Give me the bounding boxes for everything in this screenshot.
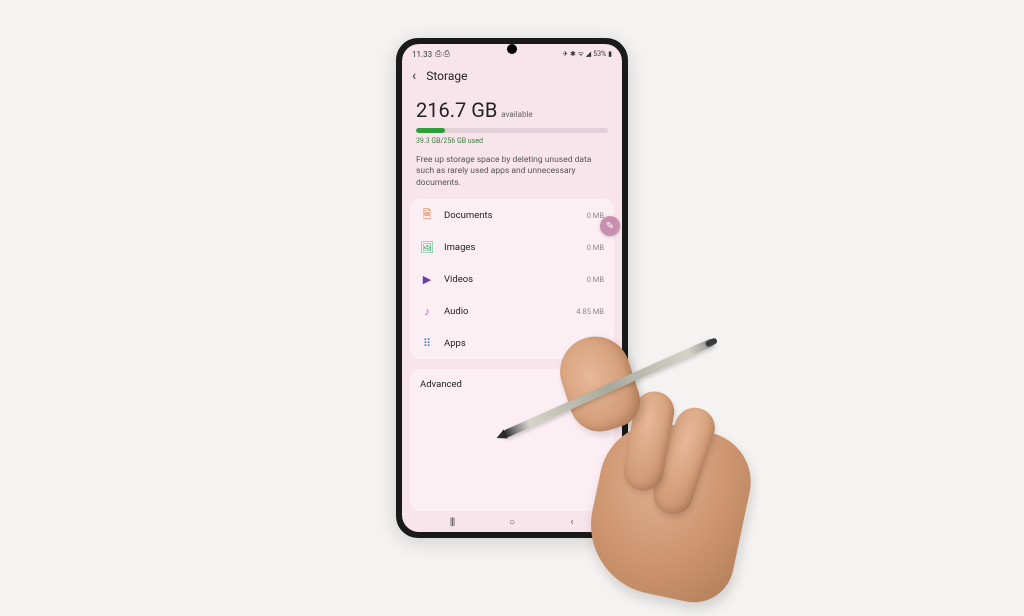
category-row-apps[interactable]: ⠿ Apps 523 MB: [410, 327, 614, 359]
camera-notch: [507, 44, 517, 54]
edit-fab[interactable]: ✎: [600, 216, 620, 236]
category-label: Apps: [444, 338, 568, 349]
nav-recents[interactable]: |||: [442, 517, 462, 528]
nav-home[interactable]: ○: [502, 517, 522, 528]
storage-description: Free up storage space by deleting unused…: [402, 149, 622, 199]
category-size: 523 MB: [578, 339, 604, 348]
category-label: Documents: [444, 210, 577, 221]
battery-icon: ▮: [608, 50, 612, 58]
category-row-audio[interactable]: ♪ Audio 4.85 MB: [410, 295, 614, 327]
battery-percent: 53%: [593, 50, 606, 58]
phone-frame: 11.33 ⎙ ⎙ ✈ ✱ ᯤ ◢ 53% ▮ ‹ Storage 216.7 …: [396, 38, 628, 538]
apps-icon: ⠿: [420, 336, 434, 350]
category-size: 4.85 MB: [576, 307, 604, 316]
available-label: available: [501, 110, 532, 119]
category-size: 0 MB: [587, 243, 604, 252]
storage-summary: 216.7 GB available 39.3 GB/256 GB used: [402, 90, 622, 149]
category-label: Images: [444, 242, 577, 253]
category-row-documents[interactable]: 🗎Documents0 MB: [410, 199, 614, 231]
category-row-images[interactable]: 🖼 Images 0 MB: [410, 231, 614, 263]
documents-icon: 🗎: [420, 208, 434, 222]
hand-finger: [621, 388, 678, 493]
status-time: 11.33: [412, 50, 432, 59]
page-header: ‹ Storage: [402, 62, 622, 90]
category-size: 0 MB: [587, 275, 604, 284]
hand-finger: [648, 403, 720, 520]
system-icons: ✈ ✱ ᯤ ◢: [562, 50, 591, 59]
available-amount: 216.7 GB: [416, 98, 497, 122]
status-right: ✈ ✱ ᯤ ◢ 53% ▮: [562, 50, 612, 59]
notification-icons: ⎙ ⎙: [435, 49, 450, 59]
audio-icon: ♪: [420, 304, 434, 318]
category-label: Videos: [444, 274, 577, 285]
status-left: 11.33 ⎙ ⎙: [412, 49, 450, 59]
navigation-bar: ||| ○ ‹: [402, 511, 622, 532]
advanced-label: Advanced: [420, 379, 604, 390]
phone-screen: 11.33 ⎙ ⎙ ✈ ✱ ᯤ ◢ 53% ▮ ‹ Storage 216.7 …: [402, 44, 622, 532]
back-button[interactable]: ‹: [412, 68, 416, 84]
images-icon: 🖼: [420, 240, 434, 254]
videos-icon: ▶: [420, 272, 434, 286]
storage-progress-fill: [416, 128, 445, 133]
used-text: 39.3 GB/256 GB used: [416, 137, 608, 145]
category-label: Audio: [444, 306, 566, 317]
category-list: 🗎Documents0 MB🖼Images0 MB▶Videos0 MB♪Aud…: [410, 199, 614, 359]
category-row-videos[interactable]: ▶ Videos 0 MB: [410, 263, 614, 295]
page-title: Storage: [426, 69, 467, 83]
storage-progress-bar: [416, 128, 608, 133]
pencil-icon: ✎: [606, 221, 614, 232]
advanced-section[interactable]: Advanced: [410, 369, 614, 511]
nav-back[interactable]: ‹: [562, 517, 582, 528]
